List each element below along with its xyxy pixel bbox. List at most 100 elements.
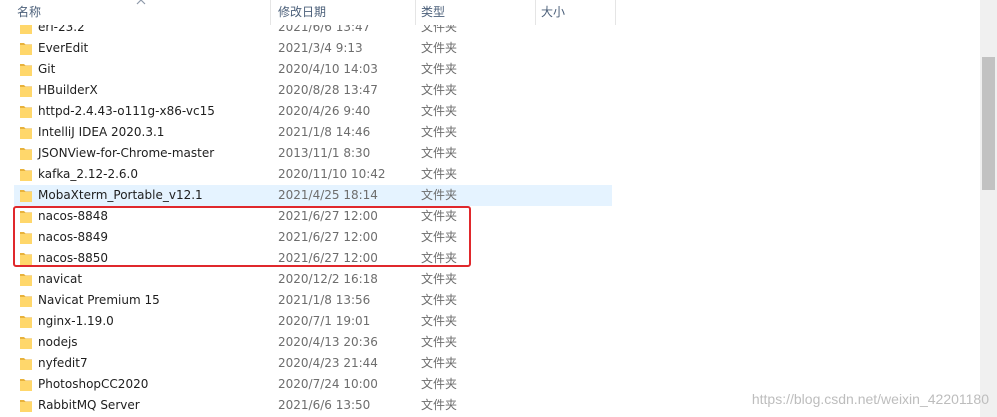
file-type: 文件夹 — [421, 146, 458, 160]
file-modified-date: 2020/11/10 10:42 — [278, 167, 386, 181]
file-modified-date: 2021/1/8 14:46 — [278, 125, 371, 139]
folder-icon — [20, 190, 32, 202]
file-type: 文件夹 — [421, 314, 458, 328]
file-row[interactable]: IntelliJ IDEA 2020.3.1 2021/1/8 14:46 文件夹 — [14, 122, 612, 143]
file-modified-date: 2020/8/28 13:47 — [278, 83, 378, 97]
column-header-size[interactable]: 大小 — [536, 0, 616, 25]
column-header-bar: 名称 修改日期 类型 大小 — [0, 0, 980, 25]
column-header-modified-label: 修改日期 — [278, 5, 327, 19]
folder-icon — [20, 253, 32, 265]
file-modified-date: 2020/7/24 10:00 — [278, 377, 378, 391]
file-modified-date: 2021/1/8 13:56 — [278, 293, 371, 307]
vertical-scrollbar[interactable] — [980, 0, 997, 417]
file-row[interactable]: navicat 2020/12/2 16:18 文件夹 — [14, 269, 612, 290]
file-row[interactable]: RabbitMQ Server 2021/6/6 13:50 文件夹 — [14, 395, 612, 416]
file-type: 文件夹 — [421, 104, 458, 118]
file-name: MobaXterm_Portable_v12.1 — [38, 188, 203, 202]
folder-icon — [20, 400, 32, 412]
folder-icon — [20, 106, 32, 118]
file-row[interactable]: kafka_2.12-2.6.0 2020/11/10 10:42 文件夹 — [14, 164, 612, 185]
file-list[interactable]: erl-23.2 2021/6/6 13:47 文件夹 EverEdit 2021/3/… — [0, 17, 980, 417]
file-modified-date: 2020/4/10 14:03 — [278, 62, 378, 76]
file-type: 文件夹 — [421, 272, 458, 286]
folder-icon — [20, 148, 32, 160]
file-name: JSONView-for-Chrome-master — [38, 146, 215, 160]
folder-icon — [20, 337, 32, 349]
folder-icon — [20, 85, 32, 97]
file-type: 文件夹 — [421, 251, 458, 265]
column-header-size-label: 大小 — [541, 5, 566, 19]
file-name: RabbitMQ Server — [38, 398, 140, 412]
file-row[interactable]: PhotoshopCC2020 2020/7/24 10:00 文件夹 — [14, 374, 612, 395]
file-name: EverEdit — [38, 41, 89, 55]
file-name: HBuilderX — [38, 83, 98, 97]
folder-icon — [20, 127, 32, 139]
file-row[interactable]: HBuilderX 2020/8/28 13:47 文件夹 — [14, 80, 612, 101]
folder-icon — [20, 274, 32, 286]
file-row[interactable]: Navicat Premium 15 2021/1/8 13:56 文件夹 — [14, 290, 612, 311]
file-row[interactable]: nacos-8850 2021/6/27 12:00 文件夹 — [14, 248, 612, 269]
folder-icon — [20, 64, 32, 76]
sort-ascending-icon — [136, 0, 146, 5]
watermark-text: https://blog.csdn.net/weixin_42201180 — [751, 391, 989, 407]
file-modified-date: 2021/6/6 13:50 — [278, 398, 371, 412]
file-modified-date: 2020/4/26 9:40 — [278, 104, 371, 118]
file-modified-date: 2021/3/4 9:13 — [278, 41, 363, 55]
file-name: Git — [38, 62, 56, 76]
file-name: nodejs — [38, 335, 78, 349]
file-type: 文件夹 — [421, 398, 458, 412]
file-modified-date: 2020/4/13 20:36 — [278, 335, 378, 349]
file-row[interactable]: nodejs 2020/4/13 20:36 文件夹 — [14, 332, 612, 353]
file-type: 文件夹 — [421, 167, 458, 181]
file-name: nginx-1.19.0 — [38, 314, 114, 328]
file-row[interactable]: JSONView-for-Chrome-master 2013/11/1 8:30… — [14, 143, 612, 164]
file-name: Navicat Premium 15 — [38, 293, 160, 307]
file-modified-date: 2020/7/1 19:01 — [278, 314, 371, 328]
folder-icon — [20, 295, 32, 307]
file-name: PhotoshopCC2020 — [38, 377, 149, 391]
file-name: nyfedit7 — [38, 356, 88, 370]
folder-icon — [20, 211, 32, 223]
file-type: 文件夹 — [421, 377, 458, 391]
file-name: nacos-8849 — [38, 230, 109, 244]
file-name: kafka_2.12-2.6.0 — [38, 167, 138, 181]
file-modified-date: 2021/6/27 12:00 — [278, 251, 378, 265]
column-header-type[interactable]: 类型 — [416, 0, 536, 25]
file-type: 文件夹 — [421, 41, 458, 55]
file-name: nacos-8848 — [38, 209, 109, 223]
file-row[interactable]: nacos-8849 2021/6/27 12:00 文件夹 — [14, 227, 612, 248]
folder-icon — [20, 232, 32, 244]
file-name: navicat — [38, 272, 83, 286]
file-row[interactable]: nyfedit7 2020/4/23 21:44 文件夹 — [14, 353, 612, 374]
folder-icon — [20, 379, 32, 391]
column-header-type-label: 类型 — [421, 5, 446, 19]
file-modified-date: 2021/6/27 12:00 — [278, 209, 378, 223]
file-row[interactable]: httpd-2.4.43-o111g-x86-vc15 2020/4/26 9:4… — [14, 101, 612, 122]
column-header-name-label: 名称 — [17, 5, 42, 19]
folder-icon — [20, 358, 32, 370]
file-row[interactable]: nginx-1.19.0 2020/7/1 19:01 文件夹 — [14, 311, 612, 332]
folder-icon — [20, 43, 32, 55]
file-modified-date: 2020/4/23 21:44 — [278, 356, 378, 370]
column-header-modified[interactable]: 修改日期 — [271, 0, 416, 25]
file-type: 文件夹 — [421, 62, 458, 76]
file-modified-date: 2021/4/25 18:14 — [278, 188, 378, 202]
file-type: 文件夹 — [421, 335, 458, 349]
file-row[interactable]: Git 2020/4/10 14:03 文件夹 — [14, 59, 612, 80]
column-header-name[interactable]: 名称 — [0, 0, 271, 25]
file-name: IntelliJ IDEA 2020.3.1 — [38, 125, 165, 139]
file-row[interactable]: EverEdit 2021/3/4 9:13 文件夹 — [14, 38, 612, 59]
file-type: 文件夹 — [421, 209, 458, 223]
file-type: 文件夹 — [421, 125, 458, 139]
folder-icon — [20, 169, 32, 181]
file-modified-date: 2020/12/2 16:18 — [278, 272, 378, 286]
scrollbar-thumb[interactable] — [982, 57, 995, 190]
file-row[interactable]: nacos-8848 2021/6/27 12:00 文件夹 — [14, 206, 612, 227]
file-name: httpd-2.4.43-o111g-x86-vc15 — [38, 104, 215, 118]
folder-icon — [20, 316, 32, 328]
file-type: 文件夹 — [421, 356, 458, 370]
file-type: 文件夹 — [421, 230, 458, 244]
file-modified-date: 2013/11/1 8:30 — [278, 146, 371, 160]
file-row[interactable]: MobaXterm_Portable_v12.1 2021/4/25 18:14 文… — [14, 185, 612, 206]
file-type: 文件夹 — [421, 83, 458, 97]
